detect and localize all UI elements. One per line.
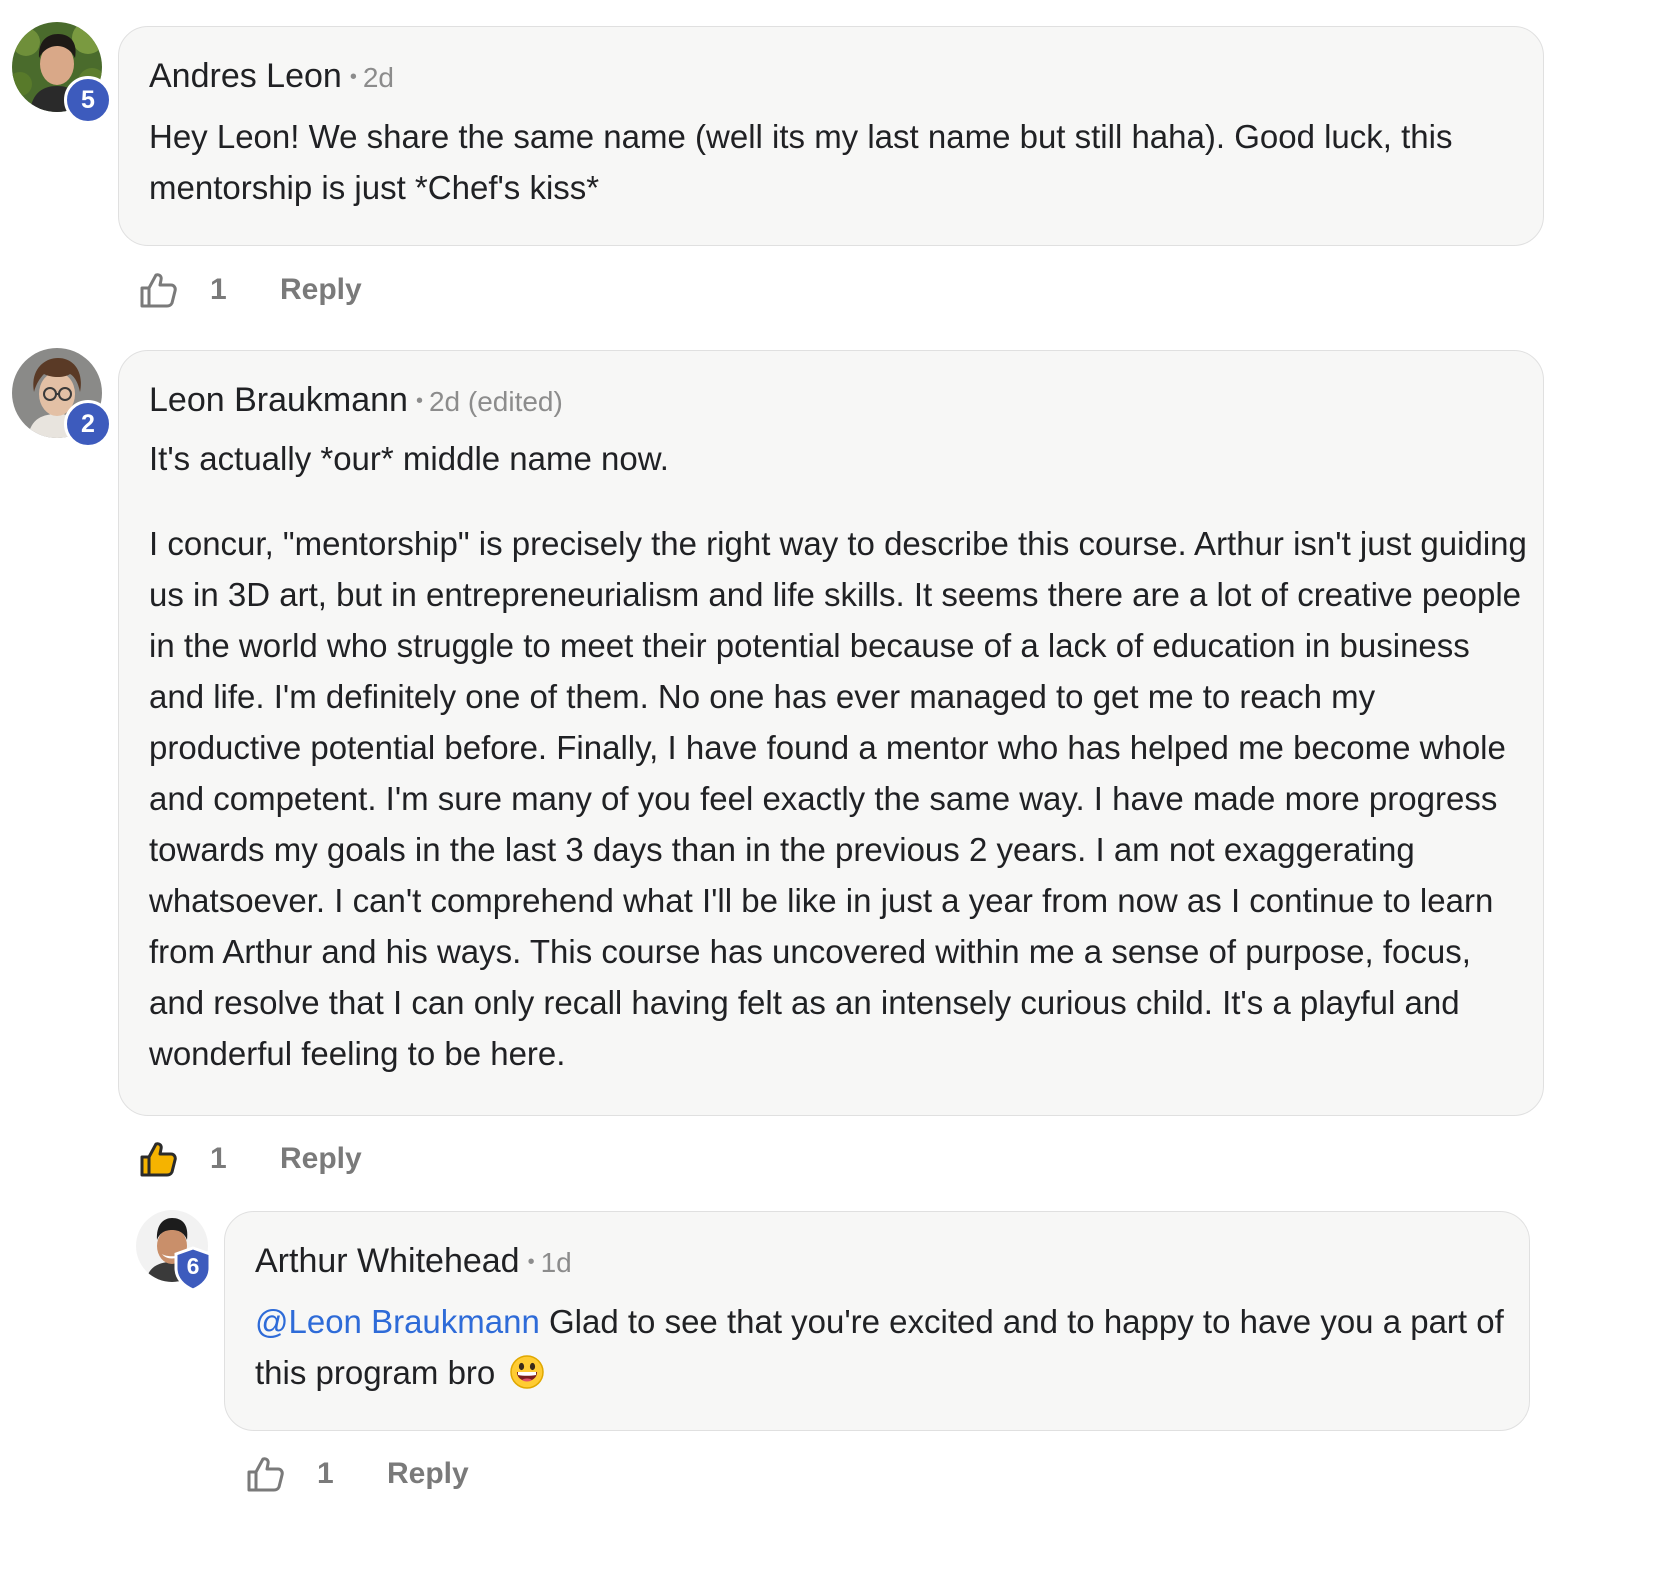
comment-bubble: Andres Leon • 2d Hey Leon! We share the sa… xyxy=(118,26,1544,246)
grinning-face-emoji-icon xyxy=(510,1355,545,1389)
comment-body: @Leon Braukmann Glad to see that you're … xyxy=(255,1296,1505,1398)
reply-button[interactable]: Reply xyxy=(280,1142,362,1176)
comment-actions: 1 Reply xyxy=(138,268,362,312)
comment-body: It's actually *our* middle name now. I c… xyxy=(149,433,1529,1079)
thumbs-up-filled-icon[interactable] xyxy=(138,1139,178,1179)
comment-author[interactable]: Leon Braukmann xyxy=(149,381,408,419)
comment-paragraph: I concur, "mentorship" is precisely the … xyxy=(149,525,1527,1072)
comment-paragraph: @Leon Braukmann Glad to see that you're … xyxy=(255,1296,1505,1398)
comment-timestamp[interactable]: 2d xyxy=(363,62,394,93)
reply-button[interactable]: Reply xyxy=(387,1457,469,1491)
thumbs-up-icon[interactable] xyxy=(245,1454,285,1494)
comment-timestamp[interactable]: 2d (edited) xyxy=(429,386,563,417)
level-number: 6 xyxy=(186,1253,200,1279)
like-count: 1 xyxy=(210,273,227,306)
level-shield-badge: 6 xyxy=(173,1246,213,1292)
thumbs-up-icon[interactable] xyxy=(138,270,178,310)
reply-button[interactable]: Reply xyxy=(280,273,362,307)
level-badge: 2 xyxy=(64,400,112,448)
level-badge: 5 xyxy=(64,76,112,124)
user-mention-link[interactable]: @Leon Braukmann xyxy=(255,1303,540,1340)
comment-author[interactable]: Andres Leon xyxy=(149,57,342,95)
like-count: 1 xyxy=(317,1457,334,1490)
comment-timestamp[interactable]: 1d xyxy=(541,1247,572,1278)
comment-author[interactable]: Arthur Whitehead xyxy=(255,1242,520,1280)
separator-dot: • xyxy=(527,1251,535,1273)
like-count: 1 xyxy=(210,1142,227,1175)
reply-bubble: Arthur Whitehead • 1d @Leon Braukmann Glad… xyxy=(224,1211,1530,1431)
comment-paragraph: It's actually *our* middle name now. xyxy=(149,440,669,477)
separator-dot: • xyxy=(415,390,423,412)
comment-bubble: Leon Braukmann • 2d (edited) It's actually… xyxy=(118,350,1544,1116)
comment-paragraph: Hey Leon! We share the same name (well i… xyxy=(149,118,1453,206)
comment-actions: 1 Reply xyxy=(245,1452,469,1496)
separator-dot: • xyxy=(349,66,357,88)
comment-actions: 1 Reply xyxy=(138,1137,362,1181)
comment-body: Hey Leon! We share the same name (well i… xyxy=(149,111,1519,213)
